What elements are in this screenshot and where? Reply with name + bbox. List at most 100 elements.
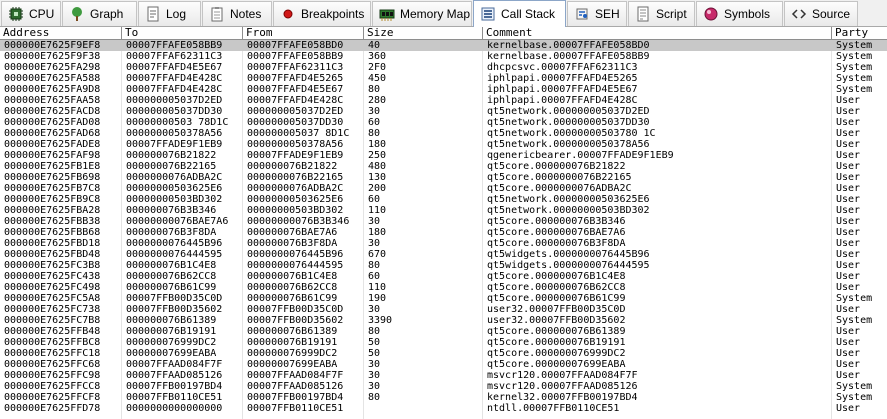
cell-from: 00007FFADE9F1EB9 xyxy=(247,150,344,161)
call-stack-table[interactable]: Address To From Size Comment Party 00000… xyxy=(0,27,887,419)
table-row[interactable]: 000000E7625FA298 00007FFAFD4E5E67 00007FFA… xyxy=(0,62,887,73)
table-row[interactable]: 000000E7625FAA58 000000005037D2ED 00007FFA… xyxy=(0,95,887,106)
cell-size xyxy=(364,403,483,414)
table-row[interactable]: 000000E7625FBB68 000000076B3F8DA 000000076… xyxy=(0,227,887,238)
cell-address: 000000E7625FB1E8 xyxy=(4,161,101,172)
cell-to: 00007FFAF62311C3 xyxy=(126,51,223,62)
cell-from: 00007FFB00197BD4 xyxy=(247,392,344,403)
cell-party: User xyxy=(836,326,861,337)
cell-party: User xyxy=(836,216,861,227)
cell-address: 000000E7625FAA58 xyxy=(4,95,101,106)
cell-size: 3390 xyxy=(368,315,393,326)
cell-address: 000000E7625FFC18 xyxy=(4,348,101,359)
cell-to: 000000076B61C99 xyxy=(126,282,217,293)
cell-from: 00000000076B3B346 xyxy=(247,216,350,227)
table-row[interactable]: 000000E7625FB9C8 00000000503BD302 00000000… xyxy=(0,194,887,205)
tab-call-stack[interactable]: Call Stack xyxy=(473,0,566,27)
cell-to: 0000000000000000 xyxy=(126,403,223,414)
breakpoint-icon xyxy=(280,6,296,22)
cell-size: 30 xyxy=(368,216,381,227)
table-row[interactable]: 000000E7625FFBC8 000000076999DC2 000000076… xyxy=(0,337,887,348)
tab-label: Breakpoints xyxy=(301,7,365,21)
table-row[interactable]: 000000E7625FFC68 00007FFAAD084F7F 00000007… xyxy=(0,359,887,370)
cell-comment: qt5network.000000005037D2ED xyxy=(487,106,650,117)
tab-memory-map[interactable]: Memory Map xyxy=(372,1,472,26)
table-row[interactable]: 000000E7625F9F38 00007FFAF62311C3 00007FFA… xyxy=(0,51,887,62)
table-row[interactable]: 000000E7625FC498 000000076B61C99 000000076… xyxy=(0,282,887,293)
table-row[interactable]: 000000E7625FFB48 000000076B19191 000000076… xyxy=(0,326,887,337)
table-row[interactable]: 000000E7625FBD18 0000000076445B96 00000007… xyxy=(0,238,887,249)
table-row[interactable]: 000000E7625FFCC8 00007FFB00197BD4 00007FFA… xyxy=(0,381,887,392)
cell-size: 180 xyxy=(368,139,387,150)
tab-symbols[interactable]: Symbols xyxy=(696,1,783,26)
table-row[interactable]: 000000E7625FA588 00007FFAFD4E428C 00007FFA… xyxy=(0,73,887,84)
table-row[interactable]: 000000E7625FBD48 0000000076444595 00000000… xyxy=(0,249,887,260)
tab-label: Notes xyxy=(230,7,262,21)
tab-label: Graph xyxy=(90,7,124,21)
cell-address: 000000E7625FBB38 xyxy=(4,216,101,227)
table-row[interactable]: 000000E7625FC3B8 000000076B1C4E8 000000007… xyxy=(0,260,887,271)
table-row[interactable]: 000000E7625FC738 00007FFB00D35602 00007FFB… xyxy=(0,304,887,315)
table-row[interactable]: 000000E7625FC5A8 00007FFB00D35C0D 00000007… xyxy=(0,293,887,304)
table-row[interactable]: 000000E7625FAF98 000000076B21822 00007FFAD… xyxy=(0,150,887,161)
table-row[interactable]: 000000E7625FFC98 00007FFAAD085126 00007FFA… xyxy=(0,370,887,381)
cell-address: 000000E7625FFB48 xyxy=(4,326,101,337)
table-row[interactable]: 000000E7625FA9D8 00007FFAFD4E428C 00007FFA… xyxy=(0,84,887,95)
table-row[interactable]: 000000E7625F9EF8 00007FFAFE058BB9 00007FFA… xyxy=(0,40,887,51)
cell-to: 00007FFADE9F1EB9 xyxy=(126,139,223,150)
table-row[interactable]: 000000E7625FBA28 000000076B3B346 000000005… xyxy=(0,205,887,216)
tab-notes[interactable]: Notes xyxy=(202,1,272,26)
table-row[interactable]: 000000E7625FBB38 00000000076BAE7A6 0000000… xyxy=(0,216,887,227)
column-header-address[interactable]: Address xyxy=(0,27,122,39)
cell-from: 00000000503625E6 xyxy=(247,194,344,205)
column-header-size[interactable]: Size xyxy=(364,27,483,39)
cell-party: User xyxy=(836,348,861,359)
table-row[interactable]: 000000E7625FB7C8 00000000503625E6 00000000… xyxy=(0,183,887,194)
table-row[interactable]: 000000E7625FC7B8 000000076B61389 00007FFB0… xyxy=(0,315,887,326)
cell-comment: kernelbase.00007FFAFE058BD0 xyxy=(487,40,650,51)
cell-to: 00007FFAFD4E428C xyxy=(126,73,223,84)
column-header-party[interactable]: Party xyxy=(832,27,887,39)
tab-source[interactable]: Source xyxy=(784,1,858,26)
tab-cpu[interactable]: CPU xyxy=(1,1,61,26)
cell-party: User xyxy=(836,183,861,194)
tab-graph[interactable]: Graph xyxy=(62,1,137,26)
cell-address: 000000E7625FC5A8 xyxy=(4,293,101,304)
column-header-to[interactable]: To xyxy=(122,27,243,39)
table-row[interactable]: 000000E7625FAD68 0000000050378A56 00000000… xyxy=(0,128,887,139)
cell-address: 000000E7625FADE8 xyxy=(4,139,101,150)
tab-log[interactable]: Log xyxy=(138,1,201,26)
column-header-from[interactable]: From xyxy=(243,27,364,39)
cell-comment: qt5core.000000076B61C99 xyxy=(487,293,626,304)
table-row[interactable]: 000000E7625FFCF8 00007FFB0110CE51 00007FFB… xyxy=(0,392,887,403)
table-row[interactable]: 000000E7625FC438 000000076B62CC8 000000076… xyxy=(0,271,887,282)
cell-to: 000000076B3F8DA xyxy=(126,227,217,238)
cell-party: User xyxy=(836,139,861,150)
table-row[interactable]: 000000E7625FFD78 0000000000000000 00007FFB… xyxy=(0,403,887,414)
cell-from: 00007FFB00D35602 xyxy=(247,315,344,326)
cell-comment: kernelbase.00007FFAFE058BB9 xyxy=(487,51,650,62)
log-icon xyxy=(145,6,161,22)
cell-from: 000000076B3F8DA xyxy=(247,238,338,249)
cell-size: 110 xyxy=(368,205,387,216)
cell-from: 00007FFB0110CE51 xyxy=(247,403,344,414)
tab-script[interactable]: Script xyxy=(628,1,695,26)
column-header-comment[interactable]: Comment xyxy=(483,27,832,39)
cell-to: 00000000076BAE7A6 xyxy=(126,216,229,227)
table-row[interactable]: 000000E7625FFC18 00000007699EABA 000000076… xyxy=(0,348,887,359)
tab-seh[interactable]: SEH xyxy=(567,1,627,26)
table-row[interactable]: 000000E7625FADE8 00007FFADE9F1EB9 00000000… xyxy=(0,139,887,150)
tab-breakpoints[interactable]: Breakpoints xyxy=(273,1,371,26)
cell-from: 000000076B61C99 xyxy=(247,293,338,304)
cell-comment: kernel32.00007FFB00197BD4 xyxy=(487,392,638,403)
tab-label: Call Stack xyxy=(501,7,556,21)
table-row[interactable]: 000000E7625FAD08 00000000503 78D1C 0000000… xyxy=(0,117,887,128)
table-row[interactable]: 000000E7625FB1E8 000000076B22165 000000076… xyxy=(0,161,887,172)
cell-comment: iphlpapi.00007FFAFD4E5265 xyxy=(487,73,638,84)
cell-comment: qt5core.000000076B1C4E8 xyxy=(487,271,626,282)
table-row[interactable]: 000000E7625FACD8 000000005037DD30 00000000… xyxy=(0,106,887,117)
tab-label: Symbols xyxy=(724,7,771,21)
cell-to: 00007FFB0110CE51 xyxy=(126,392,223,403)
table-row[interactable]: 000000E7625FB698 0000000076ADBA2C 00000000… xyxy=(0,172,887,183)
table-header: Address To From Size Comment Party xyxy=(0,27,887,40)
